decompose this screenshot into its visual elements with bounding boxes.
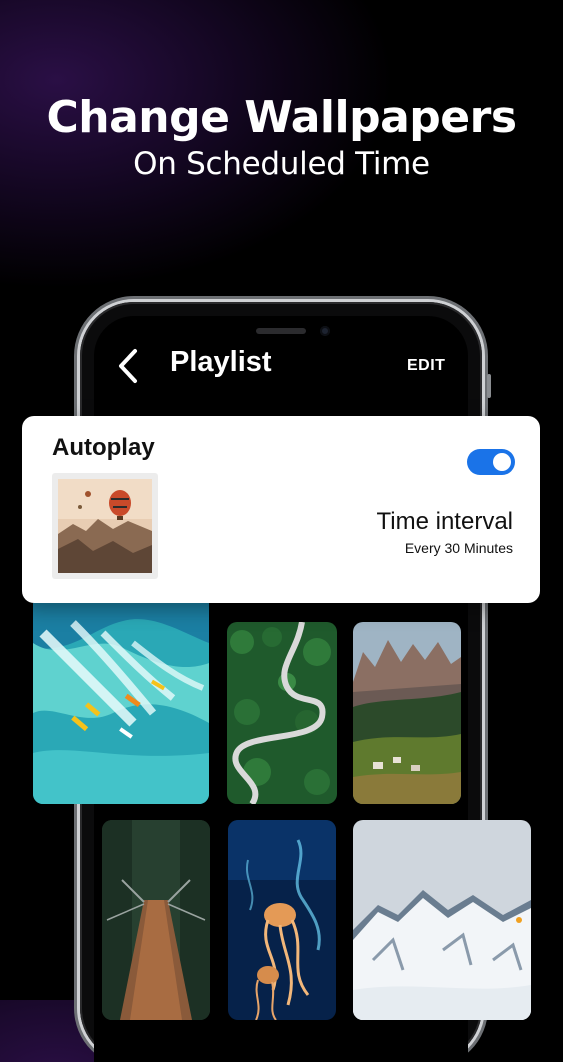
balloon-thumbnail-image [58, 479, 152, 573]
page-title: Playlist [170, 346, 272, 378]
front-camera [320, 326, 330, 336]
wallpaper-tile-dolomites[interactable] [353, 622, 461, 804]
chevron-left-icon [119, 349, 137, 383]
wallpaper-tile-snowy-mountains[interactable] [353, 820, 531, 1020]
speaker-grille [256, 328, 306, 334]
back-button[interactable] [112, 346, 144, 386]
subline: On Scheduled Time [133, 146, 430, 182]
interval-title[interactable]: Time interval [377, 508, 513, 536]
toggle-knob [493, 453, 511, 471]
autoplay-title: Autoplay [52, 434, 155, 461]
wallpaper-tile-jellyfish[interactable] [228, 820, 336, 1020]
autoplay-thumbnail[interactable] [52, 473, 158, 579]
wallpaper-tile-forest-road[interactable] [227, 622, 337, 804]
headline: Change Wallpapers [46, 92, 517, 143]
autoplay-toggle[interactable] [467, 449, 515, 475]
autoplay-card: Autoplay Time interval Every 30 Minutes [22, 416, 540, 603]
interval-value[interactable]: Every 30 Minutes [405, 540, 513, 556]
edit-button[interactable]: EDIT [407, 357, 445, 375]
wallpaper-tile-surfers[interactable] [33, 603, 209, 804]
side-button [487, 374, 491, 398]
wallpaper-tile-bridge[interactable] [102, 820, 210, 1020]
